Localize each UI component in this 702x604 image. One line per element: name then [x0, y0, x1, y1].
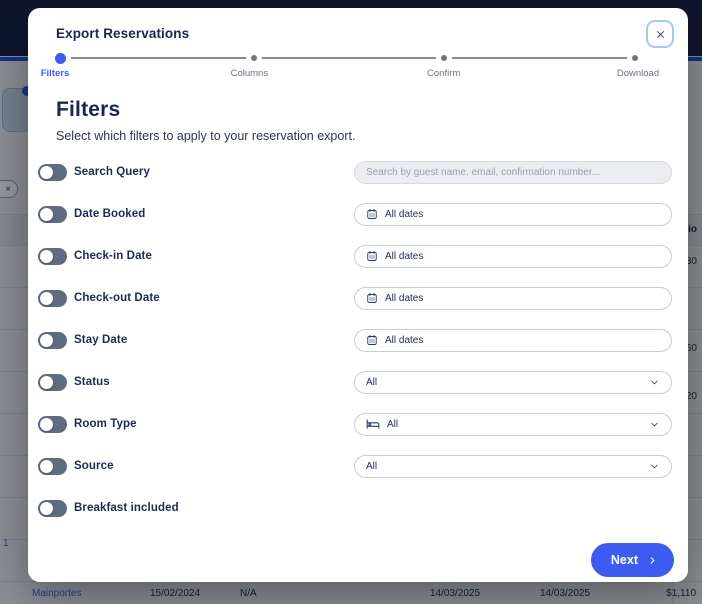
stay-date-toggle[interactable]: [38, 332, 67, 349]
close-button[interactable]: [646, 20, 674, 48]
step-label-download[interactable]: Download: [617, 68, 659, 79]
input-placeholder: Search by guest name, email, confirmatio…: [366, 167, 600, 178]
breakfast-included-toggle[interactable]: [38, 500, 67, 517]
calendar-icon: [366, 292, 378, 304]
step-label-filters[interactable]: Filters: [41, 68, 70, 79]
filter-row-status: Status All: [28, 361, 688, 403]
date-input-value: All dates: [385, 335, 423, 346]
search-query-toggle[interactable]: [38, 164, 67, 181]
filter-control: All dates: [354, 245, 672, 268]
modal-title: Export Reservations: [56, 26, 189, 41]
filter-label: Source: [74, 460, 114, 472]
filter-row-breakfast-included: Breakfast included: [28, 487, 688, 529]
status-select[interactable]: All: [354, 371, 672, 394]
source-toggle[interactable]: [38, 458, 67, 475]
room-type-select[interactable]: All: [354, 413, 672, 436]
filter-control: Search by guest name, email, confirmatio…: [354, 161, 672, 184]
status-toggle[interactable]: [38, 374, 67, 391]
date-input-value: All dates: [385, 293, 423, 304]
toggle-knob: [40, 208, 53, 221]
chevron-down-icon: [649, 377, 660, 388]
calendar-icon: [366, 250, 378, 262]
filter-row-room-type: Room Type All: [28, 403, 688, 445]
toggle-knob: [40, 502, 53, 515]
filter-row-source: Source All: [28, 445, 688, 487]
room-type-toggle[interactable]: [38, 416, 67, 433]
check-out-date-date-input[interactable]: All dates: [354, 287, 672, 310]
date-input-value: All dates: [385, 251, 423, 262]
source-select[interactable]: All: [354, 455, 672, 478]
next-button-label: Next: [611, 553, 638, 567]
step-connector: [262, 57, 437, 59]
calendar-icon: [366, 208, 378, 220]
filter-label: Status: [74, 376, 110, 388]
step-connector: [71, 57, 246, 59]
date-booked-toggle[interactable]: [38, 206, 67, 223]
filter-control: All dates: [354, 287, 672, 310]
step-label-columns[interactable]: Columns: [231, 68, 269, 79]
page: × ⇅ rio 306020 1 Mainportes15/02/2024N/A…: [0, 0, 702, 604]
filter-list: Search Query Search by guest name, email…: [28, 151, 688, 529]
step-connector: [452, 57, 627, 59]
chevron-right-icon: [647, 555, 658, 566]
step-dot-filters: [55, 53, 66, 64]
select-value: All: [366, 461, 377, 472]
check-out-date-toggle[interactable]: [38, 290, 67, 307]
toggle-knob: [40, 376, 53, 389]
toggle-knob: [40, 292, 53, 305]
filter-label: Check-in Date: [74, 250, 152, 262]
toggle-knob: [40, 334, 53, 347]
bed-icon: [366, 418, 380, 430]
chevron-down-icon: [649, 461, 660, 472]
check-in-date-toggle[interactable]: [38, 248, 67, 265]
filter-control: All: [354, 413, 672, 436]
toggle-knob: [40, 460, 53, 473]
filter-control: All: [354, 455, 672, 478]
filter-row-check-in-date: Check-in Date All dates: [28, 235, 688, 277]
chevron-down-icon: [649, 419, 660, 430]
step-dot-columns: [251, 55, 257, 61]
calendar-icon: [366, 334, 378, 346]
search-query-input[interactable]: Search by guest name, email, confirmatio…: [354, 161, 672, 184]
filter-label: Stay Date: [74, 334, 127, 346]
filter-row-check-out-date: Check-out Date All dates: [28, 277, 688, 319]
filter-control: All dates: [354, 203, 672, 226]
filter-row-date-booked: Date Booked All dates: [28, 193, 688, 235]
check-in-date-date-input[interactable]: All dates: [354, 245, 672, 268]
select-value: All: [387, 419, 398, 430]
page-subtitle: Select which filters to apply to your re…: [56, 129, 355, 143]
date-input-value: All dates: [385, 209, 423, 220]
next-button[interactable]: Next: [591, 543, 674, 577]
page-title: Filters: [56, 98, 120, 122]
filter-label: Date Booked: [74, 208, 145, 220]
filter-control: All: [354, 371, 672, 394]
filter-row-search-query: Search Query Search by guest name, email…: [28, 151, 688, 193]
toggle-knob: [40, 166, 53, 179]
filter-label: Room Type: [74, 418, 137, 430]
filter-label: Search Query: [74, 166, 150, 178]
toggle-knob: [40, 418, 53, 431]
stay-date-date-input[interactable]: All dates: [354, 329, 672, 352]
toggle-knob: [40, 250, 53, 263]
filter-label: Breakfast included: [74, 502, 179, 514]
step-dot-confirm: [441, 55, 447, 61]
filter-label: Check-out Date: [74, 292, 160, 304]
wizard-stepper: FiltersColumnsConfirmDownload: [55, 52, 638, 86]
step-label-confirm[interactable]: Confirm: [427, 68, 460, 79]
close-icon: [655, 29, 666, 40]
filter-control: All dates: [354, 329, 672, 352]
filter-row-stay-date: Stay Date All dates: [28, 319, 688, 361]
select-value: All: [366, 377, 377, 388]
export-reservations-modal: Export Reservations Filters Columns Confir…: [28, 8, 688, 582]
date-booked-date-input[interactable]: All dates: [354, 203, 672, 226]
step-dot-download: [632, 55, 638, 61]
